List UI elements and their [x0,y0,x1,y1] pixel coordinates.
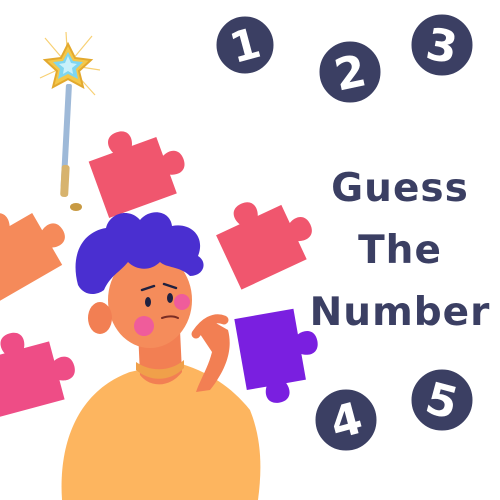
puzzle-piece-icon [0,319,82,419]
number-badge-1: 1 [213,13,277,77]
title-line-number: Number [309,290,491,335]
number-badge-3: 3 [408,11,476,79]
number-badge-4: 4 [312,386,380,454]
number-badge-5: 5 [408,366,476,434]
title-line-guess: Guess [331,166,469,211]
page-title: Guess The Number [300,158,500,344]
puzzle-piece-icon [82,113,194,219]
number-badge-2: 2 [316,38,384,106]
title-line-the: The [358,228,442,273]
puzzle-piece-icon [0,188,78,301]
magic-wand-icon [39,31,101,211]
